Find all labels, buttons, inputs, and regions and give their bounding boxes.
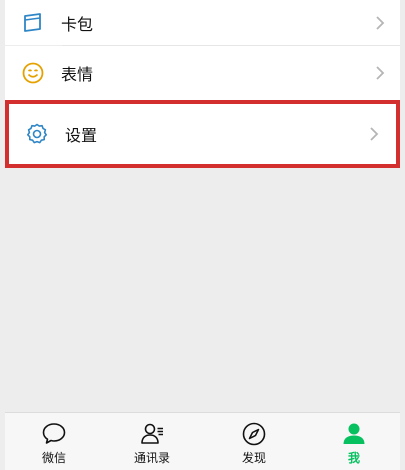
gear-icon bbox=[25, 122, 49, 146]
tab-me[interactable]: 我 bbox=[319, 413, 389, 470]
chevron-right-icon bbox=[368, 126, 380, 142]
card-wallet-icon bbox=[21, 11, 45, 35]
compass-icon bbox=[242, 422, 266, 446]
tab-label: 发现 bbox=[241, 451, 266, 465]
me-page: 卡包 表情 设置 微信 通讯录 发现 我 bbox=[0, 0, 405, 470]
menu-item-card-wallet[interactable]: 卡包 bbox=[5, 0, 400, 45]
settings-highlight-box: 设置 bbox=[5, 100, 400, 168]
chevron-right-icon bbox=[374, 15, 386, 31]
chat-bubble-icon bbox=[42, 423, 66, 444]
tab-contacts[interactable]: 通讯录 bbox=[117, 413, 187, 470]
person-icon bbox=[343, 423, 365, 444]
bottom-tab-bar: 微信 通讯录 发现 我 bbox=[5, 412, 400, 470]
tab-chats[interactable]: 微信 bbox=[19, 413, 89, 470]
emoji-smile-icon bbox=[21, 61, 45, 85]
tab-label: 通讯录 bbox=[133, 451, 170, 465]
menu-item-label: 表情 bbox=[61, 65, 94, 84]
menu-item-label: 卡包 bbox=[61, 14, 94, 34]
menu-item-settings[interactable]: 设置 bbox=[13, 108, 392, 160]
contacts-icon bbox=[141, 423, 163, 444]
menu-item-emoji[interactable]: 表情 bbox=[5, 46, 400, 100]
menu-item-label: 设置 bbox=[65, 126, 98, 145]
tab-discover[interactable]: 发现 bbox=[219, 413, 289, 470]
tab-label: 微信 bbox=[41, 451, 66, 465]
tab-label: 我 bbox=[347, 451, 360, 465]
chevron-right-icon bbox=[374, 65, 386, 81]
